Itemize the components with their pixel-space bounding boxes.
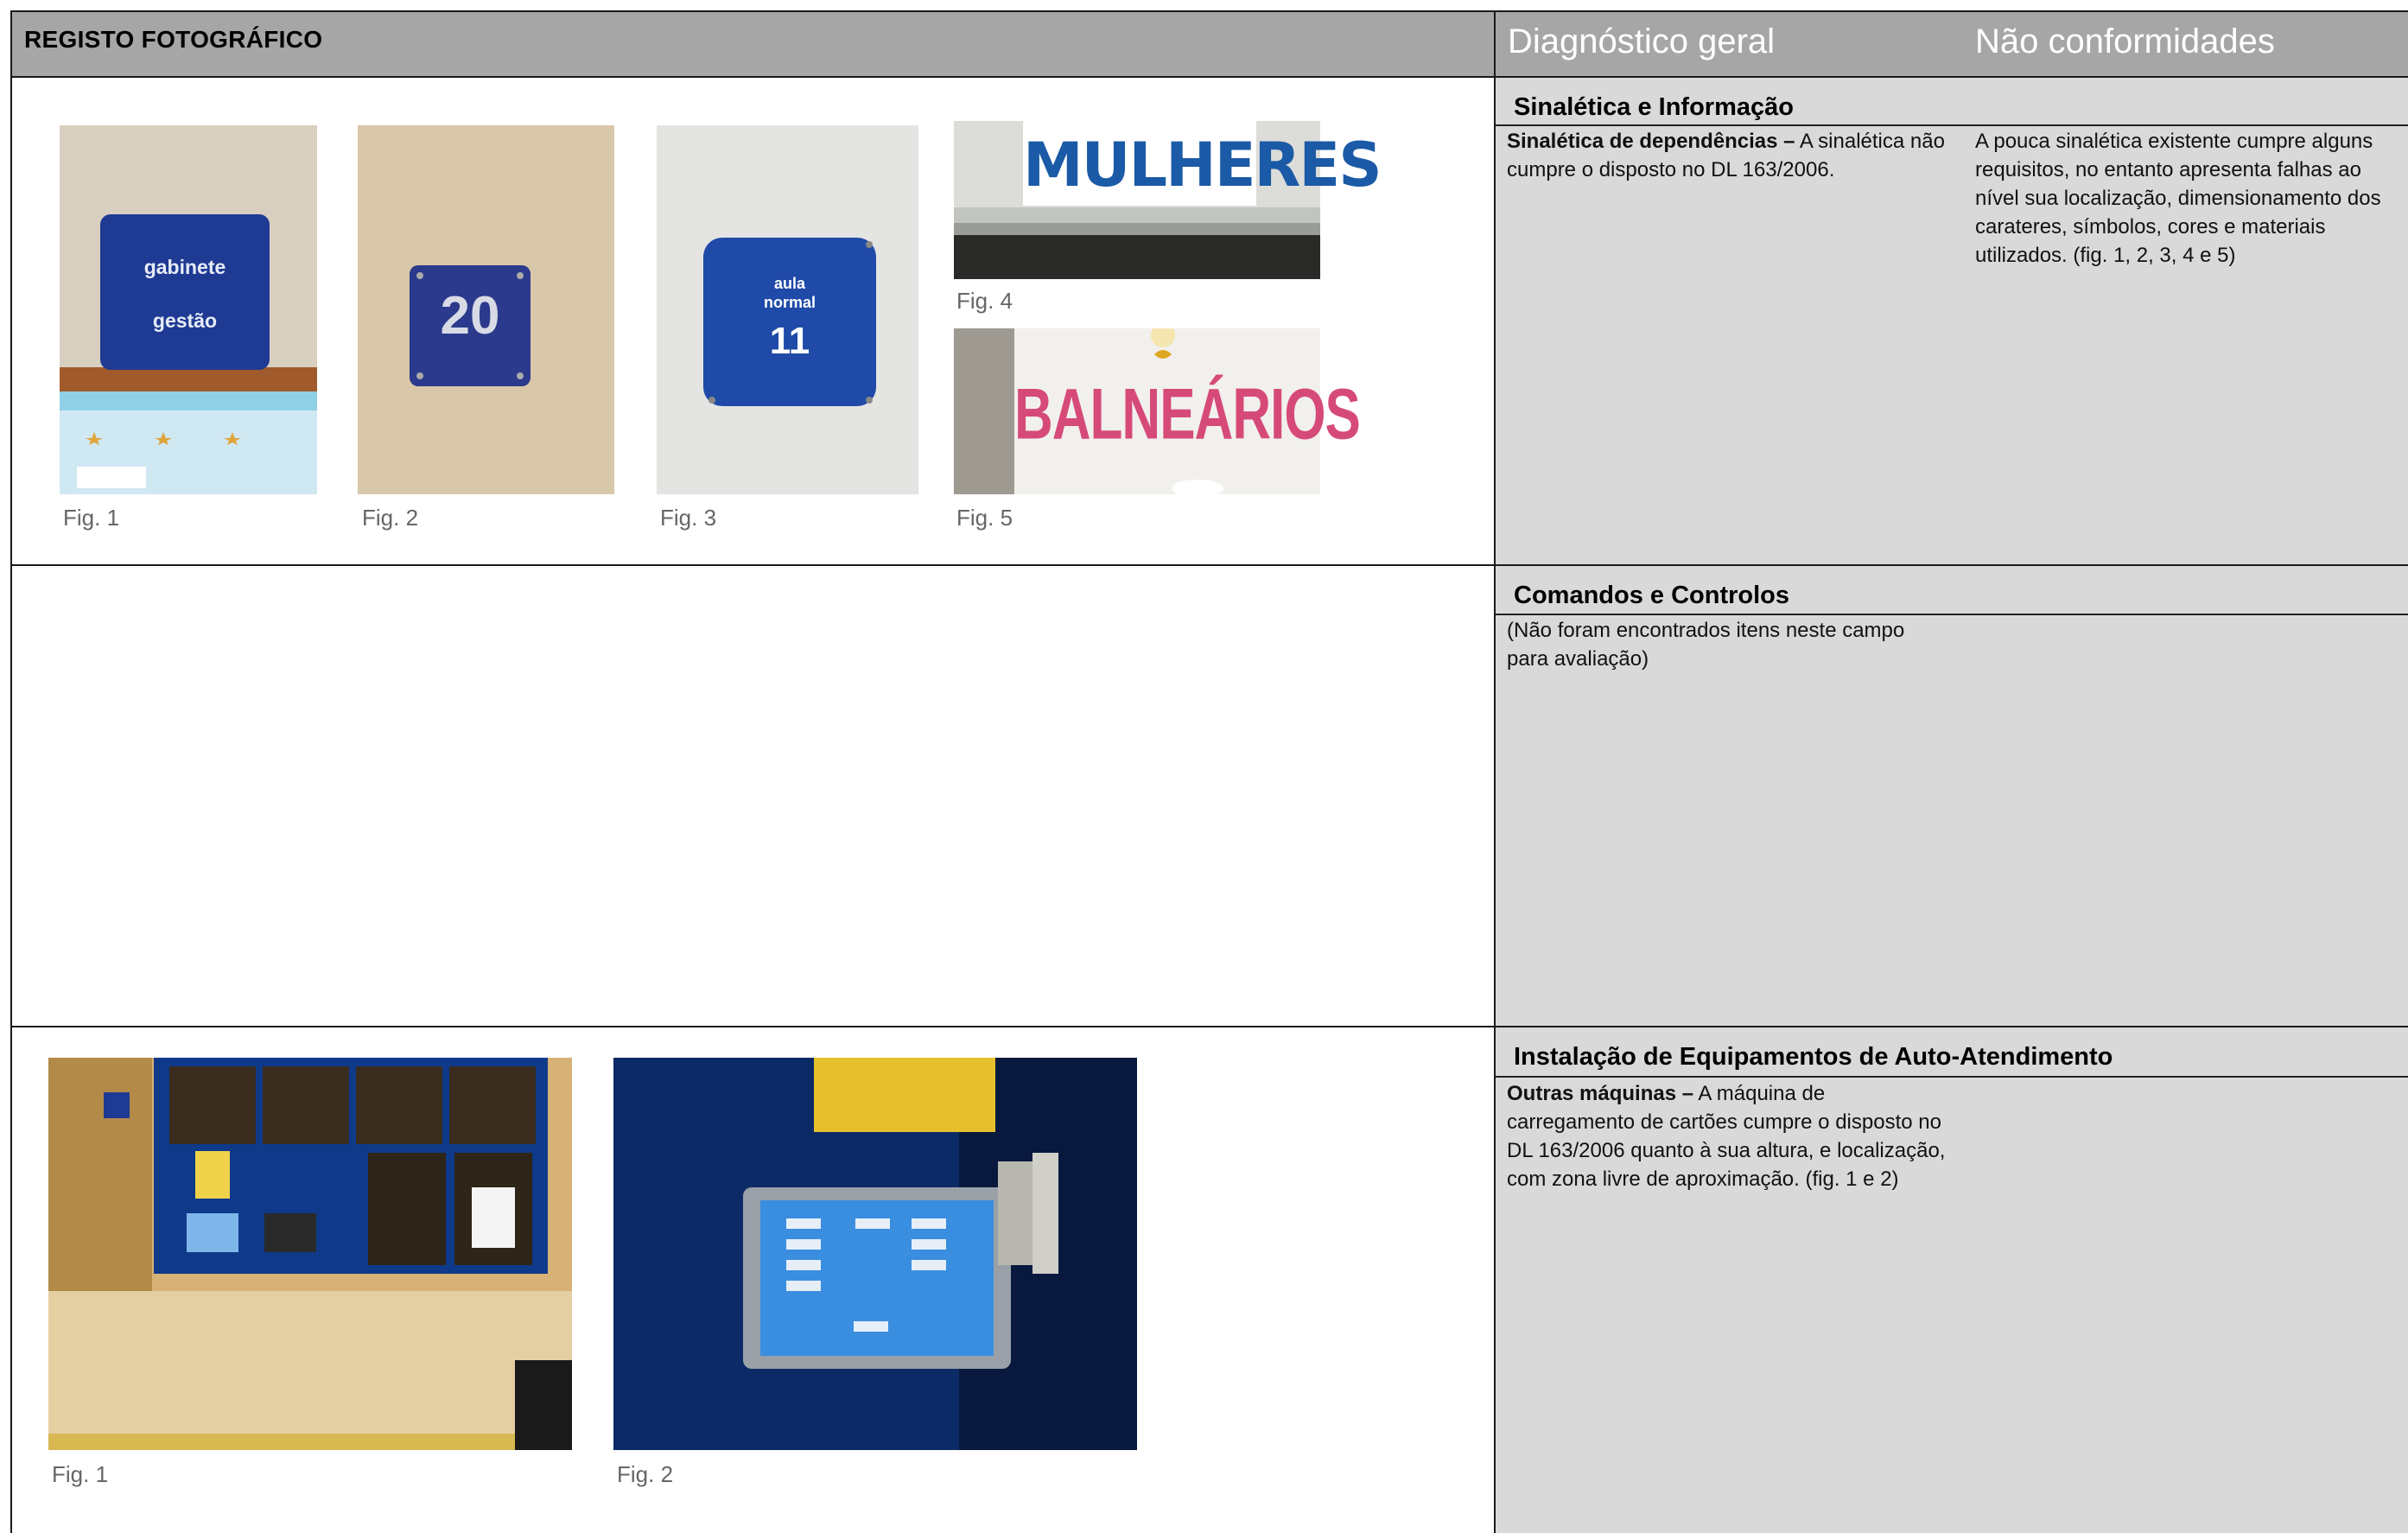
header-diagnostico: Diagnóstico geral xyxy=(1508,22,1776,60)
figure-caption: Fig. 1 xyxy=(63,505,120,531)
diagnostico-comandos: (Não foram encontrados itens neste campo… xyxy=(1507,619,1905,671)
header-registo: REGISTO FOTOGRÁFICO xyxy=(12,12,1494,76)
photo-card-machine xyxy=(613,1058,1137,1450)
figure-caption: Fig. 4 xyxy=(956,288,1013,314)
section-title-comandos: Comandos e Controlos xyxy=(1514,582,1790,609)
sign-text-gabinete: gabinete xyxy=(143,256,226,278)
section-title-auto-atendimento: Instalação de Equipamentos de Auto-Atend… xyxy=(1514,1043,2113,1071)
sign-text-normal: normal xyxy=(763,294,816,311)
figure-caption: Fig. 1 xyxy=(52,1461,109,1487)
nao-conformidades-sinaletica: A pouca sinalética existente cumpre algu… xyxy=(1975,130,2381,267)
header-title: REGISTO FOTOGRÁFICO xyxy=(24,26,323,53)
sign-text-gestao: gestão xyxy=(152,309,218,332)
diagnostico-auto-atendimento: Outras máquinas – A máquina de carregame… xyxy=(1507,1079,1947,1193)
diagnostico-sinaletica: Sinalética de dependências – A sinalétic… xyxy=(1507,127,1965,184)
section-rule-2 xyxy=(1496,614,2408,615)
header-nao-conformidades: Não conformidades xyxy=(1975,22,2275,60)
diagnostico-bold-label: Outras máquinas – xyxy=(1507,1082,1694,1105)
figure-caption: Fig. 5 xyxy=(956,505,1013,531)
section-title-sinaletica: Sinalética e Informação xyxy=(1514,93,1794,121)
sign-text-mulheres: MULHERES xyxy=(1023,130,1382,200)
sign-text-aula: aula xyxy=(773,275,806,292)
table-border-left xyxy=(10,10,12,1533)
figure-caption: Fig. 3 xyxy=(660,505,717,531)
diagnostico-bold-label: Sinalética de dependências – xyxy=(1507,130,1795,153)
sign-number-11: 11 xyxy=(769,320,810,362)
table-border-top xyxy=(10,10,2408,12)
header-columns: Diagnóstico geral Não conformidades xyxy=(1496,12,2408,76)
figure-caption: Fig. 2 xyxy=(362,505,419,531)
sign-text-balnearios: BALNEÁRIOS xyxy=(1014,374,1361,455)
sign-number-20: 20 xyxy=(440,286,500,346)
figure-caption: Fig. 2 xyxy=(617,1461,674,1487)
section-rule-3 xyxy=(1496,1076,2408,1078)
header-divider xyxy=(10,76,2408,78)
row-divider-2 xyxy=(10,1026,2408,1027)
column-divider xyxy=(1494,10,1496,1533)
row-divider-1 xyxy=(10,564,2408,566)
section-rule-1 xyxy=(1496,124,2408,126)
photo-atendimento-counter xyxy=(48,1058,572,1450)
